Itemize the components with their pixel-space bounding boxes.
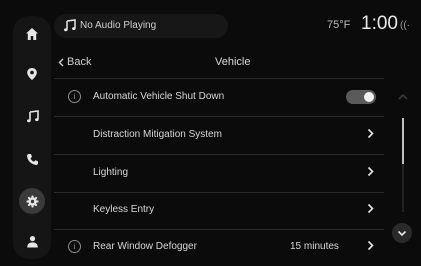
- row-label: Distraction Mitigation System: [93, 129, 222, 140]
- nav-settings-button[interactable]: [19, 188, 45, 214]
- nav-rail: [13, 16, 51, 259]
- row-rear-window-defogger[interactable]: i Rear Window Defogger 15 minutes: [54, 229, 384, 266]
- gear-icon: [26, 195, 38, 207]
- chevron-right-icon: [367, 240, 374, 251]
- row-distraction-mitigation-system[interactable]: Distraction Mitigation System: [54, 117, 384, 155]
- row-label: Keyless Entry: [93, 204, 155, 215]
- scroll-up-icon[interactable]: [396, 92, 410, 102]
- row-label: Automatic Vehicle Shut Down: [93, 91, 225, 102]
- info-icon[interactable]: i: [68, 240, 81, 253]
- scrollbar-thumb[interactable]: [402, 118, 404, 164]
- toggle-knob: [364, 92, 374, 102]
- back-label: Back: [67, 56, 92, 68]
- audio-status: No Audio Playing: [80, 20, 157, 31]
- row-automatic-vehicle-shut-down[interactable]: i Automatic Vehicle Shut Down: [54, 79, 384, 117]
- phone-icon: [26, 153, 38, 165]
- nav-home-button[interactable]: [19, 21, 45, 47]
- music-note-icon: [26, 109, 39, 122]
- row-label: Rear Window Defogger: [93, 241, 197, 252]
- defogger-duration-value: 15 minutes: [290, 241, 339, 252]
- person-icon: [26, 235, 38, 247]
- chevron-right-icon: [367, 128, 374, 139]
- chevron-down-icon: [397, 230, 407, 236]
- home-icon: [26, 28, 38, 40]
- back-button[interactable]: Back: [58, 56, 91, 68]
- info-icon[interactable]: i: [68, 90, 81, 103]
- location-pin-icon: [27, 68, 37, 80]
- music-note-icon: [64, 19, 76, 32]
- chevron-right-icon: [367, 166, 374, 177]
- shut-down-toggle[interactable]: [346, 90, 376, 104]
- clock: 1:00: [361, 13, 398, 34]
- nav-navigation-button[interactable]: [19, 61, 45, 87]
- wireless-signal-icon: ((·: [400, 20, 410, 31]
- nav-media-button[interactable]: [19, 103, 45, 129]
- chevron-left-icon: [58, 58, 64, 66]
- row-lighting[interactable]: Lighting: [54, 155, 384, 193]
- scroll-down-button[interactable]: [392, 223, 412, 243]
- nav-profile-button[interactable]: [19, 228, 45, 254]
- row-label: Lighting: [93, 167, 129, 178]
- vehicle-settings-screen: No Audio Playing 75°F 1:00 ((· Back Vehi…: [0, 0, 421, 264]
- outside-temperature: 75°F: [327, 19, 351, 31]
- nav-phone-button[interactable]: [19, 146, 45, 172]
- chevron-right-icon: [367, 203, 374, 214]
- now-playing-pill[interactable]: No Audio Playing: [54, 14, 228, 38]
- page-title: Vehicle: [215, 56, 251, 68]
- row-keyless-entry[interactable]: Keyless Entry: [54, 192, 384, 230]
